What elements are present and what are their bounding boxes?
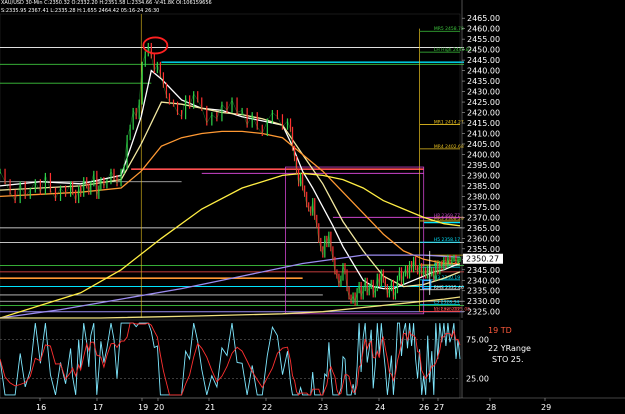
- price-tick-label: 2370.00: [467, 213, 500, 222]
- oscillator-panel: 75.00 STO 25. 25.00 19 TD 22 YRange: [0, 319, 531, 399]
- time-tick-label: 24: [375, 403, 385, 412]
- level-label: MR1 2414.27: [434, 120, 464, 126]
- time-tick-label: 28: [486, 403, 496, 412]
- price-tick-label: 2355.00: [467, 245, 500, 254]
- time-tick-label: 21: [205, 403, 215, 412]
- chart-canvas: MR5 2458.78LH High 2448.83MR1 2414.27MR4…: [0, 0, 625, 414]
- price-tick-label: 2415.00: [467, 119, 500, 128]
- level-label: YL 2325.03: [433, 307, 459, 313]
- time-tick-label: 20: [154, 403, 164, 412]
- price-tick-label: 2440.00: [467, 67, 500, 76]
- time-tick-label: 22: [262, 403, 272, 412]
- price-tick-label: 2400.00: [467, 150, 500, 159]
- time-tick-label: 27: [434, 403, 444, 412]
- osc-label-td: 19 TD: [488, 326, 512, 335]
- chart-header-line2: S:2335.95 2367.41 L:2335.28 H:1.655 2464…: [1, 8, 160, 14]
- price-tick-label: 2445.00: [467, 56, 500, 65]
- time-tick-label: 26: [419, 403, 429, 412]
- price-tick-label: 2385.00: [467, 182, 500, 191]
- chart-header-line1: XAU/USD 30-Min C:2350.32 O:2332.20 H:235…: [1, 0, 212, 6]
- oscillator-tick-25: 25.00: [466, 375, 489, 384]
- level-label: MR5 2458.78: [434, 26, 464, 32]
- level-label: MR4 2402.68: [434, 144, 464, 150]
- price-tick-label: 2420.00: [467, 109, 500, 118]
- price-tick-label: 2360.00: [467, 234, 500, 243]
- price-tick-label: 2380.00: [467, 192, 500, 201]
- price-tick-label: 2345.00: [467, 266, 500, 275]
- price-tick-label: 2340.00: [467, 276, 500, 285]
- level-label: HP 2369.77: [434, 213, 460, 219]
- osc-label-yrange: 22 YRange: [488, 344, 531, 353]
- price-tick-label: 2430.00: [467, 88, 500, 97]
- last-price-label: 2350.27: [466, 255, 499, 264]
- price-axis[interactable]: 2465.00 2460.002455.00 2450.002445.00 2440.…: [461, 0, 503, 318]
- price-tick-label: 2450.00: [467, 46, 500, 55]
- level-label: L3 2328.34: [434, 300, 460, 306]
- price-tick-label: 2375.00: [467, 203, 500, 212]
- time-tick-label: 23: [318, 403, 328, 412]
- oscillator-tick-75: 75.00: [466, 336, 489, 345]
- time-tick-label: 17: [93, 403, 103, 412]
- time-tick-label: 29: [541, 403, 551, 412]
- time-tick-label: 19: [138, 403, 148, 412]
- price-tick-label: 2425.00: [467, 98, 500, 107]
- price-tick-label: 2410.00: [467, 130, 500, 139]
- level-label: RMS 2335.46: [434, 285, 464, 291]
- price-tick-label: 2330.00: [467, 297, 500, 306]
- price-tick-label: 2465.00: [467, 14, 500, 23]
- price-tick-label: 2390.00: [467, 171, 500, 180]
- price-tick-label: 2395.00: [467, 161, 500, 170]
- price-tick-label: 2455.00: [467, 35, 500, 44]
- price-tick-label: 2365.00: [467, 224, 500, 233]
- time-tick-label: 16: [36, 403, 46, 412]
- oscillator-name: STO 25.: [492, 355, 524, 364]
- price-tick-label: 2325.00: [467, 308, 500, 317]
- level-label: H5 2358.17: [434, 237, 460, 243]
- price-tick-label: 2460.00: [467, 25, 500, 34]
- price-tick-label: 2335.00: [467, 287, 500, 296]
- price-tick-label: 2405.00: [467, 140, 500, 149]
- price-tick-label: 2435.00: [467, 77, 500, 86]
